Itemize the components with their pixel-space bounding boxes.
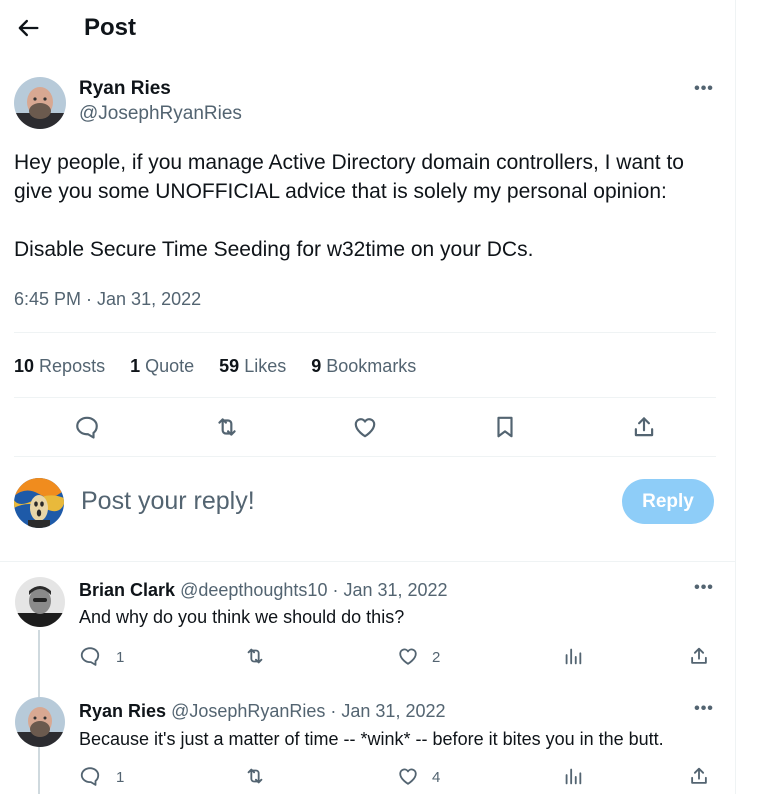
bookmark-button[interactable]	[492, 414, 518, 440]
author-handle[interactable]: @JosephRyanRies	[79, 103, 242, 125]
reply-like-button[interactable]	[397, 645, 419, 667]
reply-reply-count: 1	[116, 649, 125, 666]
likes-stat[interactable]: 59 Likes	[219, 355, 286, 377]
reply-icon	[76, 416, 98, 439]
reply-share-button[interactable]	[688, 645, 710, 667]
current-user-avatar-image	[14, 478, 64, 528]
author-avatar-image	[14, 77, 66, 129]
reply-icon	[80, 647, 100, 666]
post-text-line: Disable Secure Time Seeding for w32time …	[14, 238, 534, 261]
reply-icon	[80, 767, 100, 786]
post-body: Hey people, if you manage Active Directo…	[14, 148, 729, 264]
views-icon	[565, 768, 582, 785]
reply-views-button[interactable]	[562, 765, 584, 787]
reply-like-count: 2	[432, 649, 441, 666]
reply-reply-button[interactable]	[79, 645, 101, 667]
post-stats: 10 Reposts 1 Quote 59 Likes 9 Bookmarks	[14, 355, 416, 377]
like-button[interactable]	[352, 414, 378, 440]
reply-more-button[interactable]: •••	[692, 580, 716, 602]
post-text-line: Hey people, if you manage Active Directo…	[14, 151, 684, 174]
reply-header: Ryan Ries @JosephRyanRies · Jan 31, 2022	[79, 700, 446, 722]
reply-submit-button[interactable]: Reply	[622, 479, 714, 524]
post-timestamp[interactable]: 6:45 PM · Jan 31, 2022	[14, 288, 201, 310]
repost-button[interactable]	[214, 414, 240, 440]
post-text-line: give you some UNOFFICIAL advice that is …	[14, 180, 667, 203]
author-avatar[interactable]	[14, 77, 66, 129]
reply-button[interactable]	[74, 414, 100, 440]
divider	[14, 456, 716, 457]
more-options-button[interactable]: •••	[692, 81, 716, 103]
back-button[interactable]	[14, 14, 42, 42]
repost-icon	[218, 418, 236, 436]
reply-input[interactable]: Post your reply!	[81, 486, 255, 516]
views-icon	[565, 648, 582, 665]
repost-icon	[247, 648, 263, 664]
reply-header: Brian Clark @deepthoughts10 · Jan 31, 20…	[79, 579, 448, 601]
reply-like-count: 4	[432, 769, 441, 786]
like-icon	[399, 648, 417, 665]
author-name[interactable]: Ryan Ries	[79, 78, 171, 100]
reply-like-button[interactable]	[397, 765, 419, 787]
current-user-avatar[interactable]	[14, 478, 64, 528]
page-title: Post	[84, 14, 137, 41]
reply-share-button[interactable]	[688, 765, 710, 787]
reply-reply-button[interactable]	[79, 765, 101, 787]
reposts-stat[interactable]: 10 Reposts	[14, 355, 105, 377]
reply-handle-date[interactable]: @deepthoughts10 · Jan 31, 2022	[180, 580, 447, 600]
share-button[interactable]	[631, 414, 657, 440]
divider	[14, 332, 716, 333]
reply-reply-count: 1	[116, 769, 125, 786]
bookmarks-stat[interactable]: 9 Bookmarks	[311, 355, 416, 377]
reply-more-button[interactable]: •••	[692, 701, 716, 723]
reply-author-name[interactable]: Brian Clark	[79, 580, 175, 600]
like-icon	[399, 768, 417, 785]
reply-handle-date[interactable]: @JosephRyanRies · Jan 31, 2022	[171, 701, 445, 721]
reply-text: Because it's just a matter of time -- *w…	[79, 729, 664, 749]
post-detail-column: Post Ryan Ries @JosephRyanRies ••• Hey p…	[0, 0, 736, 794]
arrow-left-icon	[18, 19, 39, 37]
reply-views-button[interactable]	[562, 645, 584, 667]
quotes-stat[interactable]: 1 Quote	[130, 355, 194, 377]
reply-avatar-image	[15, 577, 65, 627]
reply-author-name[interactable]: Ryan Ries	[79, 701, 166, 721]
share-icon	[634, 417, 654, 437]
repost-icon	[247, 768, 263, 784]
share-icon	[691, 767, 707, 784]
section-divider	[0, 561, 736, 562]
bookmark-icon	[497, 416, 513, 438]
reply-avatar[interactable]	[15, 697, 65, 747]
reply-avatar-image	[15, 697, 65, 747]
like-icon	[354, 418, 376, 438]
share-icon	[691, 647, 707, 664]
reply-text: And why do you think we should do this?	[79, 607, 405, 627]
reply-repost-button[interactable]	[244, 765, 266, 787]
reply-avatar[interactable]	[15, 577, 65, 627]
reply-repost-button[interactable]	[244, 645, 266, 667]
divider	[14, 397, 716, 398]
